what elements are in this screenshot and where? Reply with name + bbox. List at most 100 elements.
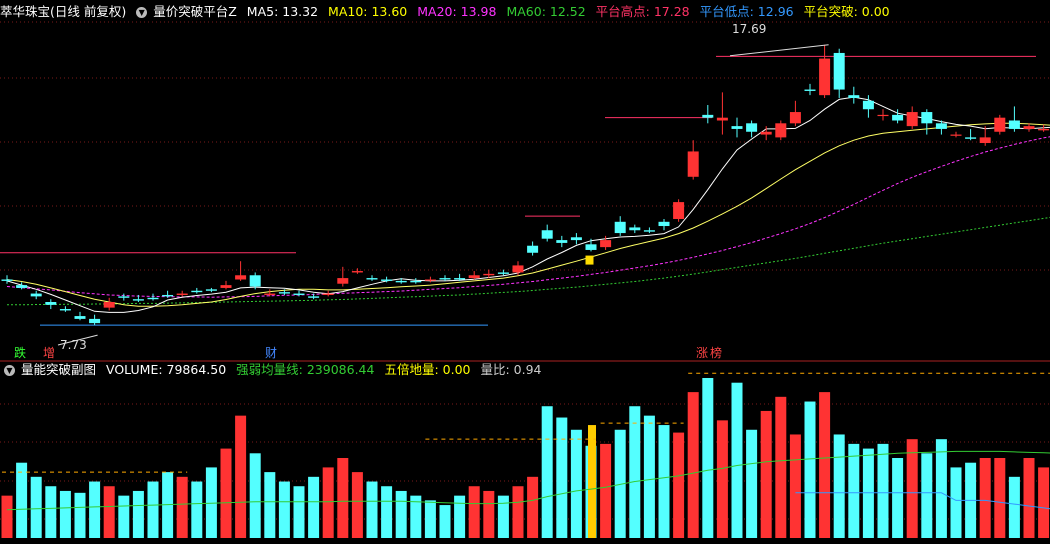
candle-body — [570, 237, 582, 241]
candle-body — [994, 117, 1006, 132]
volume-bar — [687, 392, 699, 538]
volume-bar — [89, 481, 101, 538]
volume-bar — [950, 467, 962, 538]
kline-chart-svg — [0, 21, 1050, 538]
volume-bar — [395, 490, 407, 538]
candle-body — [1, 279, 13, 281]
volume-bar — [59, 490, 71, 538]
candle-body — [702, 114, 714, 118]
candle-body — [716, 117, 728, 121]
candle-body — [1038, 128, 1050, 131]
candle-body — [191, 290, 203, 293]
volume-bar — [935, 439, 947, 538]
volume-bar — [1023, 458, 1035, 538]
candle-body — [132, 299, 144, 301]
candle-body — [760, 131, 772, 135]
ratio-label: 量比: 0.94 — [480, 362, 542, 377]
volume-bar — [702, 378, 714, 538]
ma5-label: MA5: 13.32 — [246, 4, 319, 19]
candle-body — [162, 294, 174, 297]
volume-bar — [132, 490, 144, 538]
volume-bar — [731, 382, 743, 538]
volume-bar — [833, 434, 845, 538]
volume-bar — [30, 476, 42, 538]
volume-bar — [220, 448, 232, 538]
volume-bar — [643, 415, 655, 538]
candle-body — [395, 280, 407, 283]
volume-bar — [74, 492, 86, 538]
candle-body — [249, 275, 261, 287]
event-tag-die[interactable]: 跌 — [14, 346, 26, 360]
candle-body — [673, 202, 685, 219]
volume-bar — [249, 453, 261, 538]
strong-weak-label: 强弱均量线: 239086.44 — [236, 362, 375, 377]
volume-bar — [454, 495, 466, 538]
volume-bar — [366, 481, 378, 538]
candle-body — [351, 271, 363, 273]
volume-bar — [351, 472, 363, 538]
candle-body — [89, 318, 101, 324]
event-tag-bang[interactable]: 榜 — [710, 346, 722, 360]
event-tag-zhang[interactable]: 涨 — [696, 346, 708, 360]
volume-bar — [147, 481, 159, 538]
max-price-label: 17.69 — [732, 22, 767, 36]
candle-body — [454, 278, 466, 280]
candle-body — [746, 123, 758, 132]
candle-body — [512, 265, 524, 273]
candle-body — [687, 151, 699, 177]
candle-body — [118, 296, 130, 298]
volume-bar — [789, 434, 801, 538]
candle-body — [629, 227, 641, 231]
volume-bar — [118, 495, 130, 538]
volume-bar — [600, 443, 612, 538]
settings-circle-icon[interactable]: ▼ — [136, 7, 148, 18]
sub-settings-circle-icon[interactable]: ▼ — [4, 365, 15, 376]
candle-body — [308, 296, 320, 298]
volume-bar — [176, 476, 188, 538]
candle-body — [921, 112, 933, 124]
candle-body — [74, 316, 86, 319]
volume-bar — [906, 439, 918, 538]
indicator-name[interactable]: 量价突破平台Z — [153, 4, 237, 19]
signal-candle — [585, 255, 594, 265]
candle-body — [965, 137, 977, 139]
candle-body — [614, 221, 626, 234]
candle-body — [892, 114, 904, 121]
candle-body — [1008, 120, 1020, 129]
candle-body — [410, 280, 422, 283]
candle-body — [935, 123, 947, 129]
event-tag-cai[interactable]: 财 — [265, 346, 277, 360]
stock-title: 萃华珠宝(日线 前复权) — [0, 4, 127, 19]
candle-body — [439, 278, 451, 280]
volume-bar — [497, 495, 509, 538]
sub-indicator-name[interactable]: 量能突破副图 — [21, 362, 96, 377]
volume-bar — [1, 495, 13, 538]
volume-bar — [424, 500, 436, 538]
candle-body — [541, 230, 553, 239]
candle-body — [643, 230, 655, 232]
candle-body — [600, 240, 612, 248]
candle-body — [45, 302, 57, 305]
sub-chart-header: ▼ 量能突破副图 VOLUME: 79864.50 强弱均量线: 239086.4… — [0, 360, 1050, 380]
volume-bar — [191, 481, 203, 538]
volume-bar — [556, 417, 568, 538]
candle-body — [979, 137, 991, 144]
candle-body — [804, 89, 816, 91]
volume-bar — [483, 490, 495, 538]
ma5-line — [6, 96, 1050, 313]
volume-bar — [278, 481, 290, 538]
volume-bar — [716, 420, 728, 538]
volume-bar — [994, 458, 1006, 538]
event-tag-zeng[interactable]: 增 — [43, 346, 55, 360]
volume-bar — [439, 505, 451, 538]
candle-body — [877, 114, 889, 117]
candle-body — [147, 297, 159, 300]
candle-body — [205, 289, 217, 291]
volume-bar — [308, 476, 320, 538]
volume-label: VOLUME: 79864.50 — [106, 362, 227, 377]
volume-bar — [819, 392, 831, 538]
ma60-label: MA60: 12.52 — [506, 4, 586, 19]
candle-body — [322, 293, 334, 295]
volume-bar — [921, 453, 933, 538]
volume-bar — [541, 406, 553, 538]
